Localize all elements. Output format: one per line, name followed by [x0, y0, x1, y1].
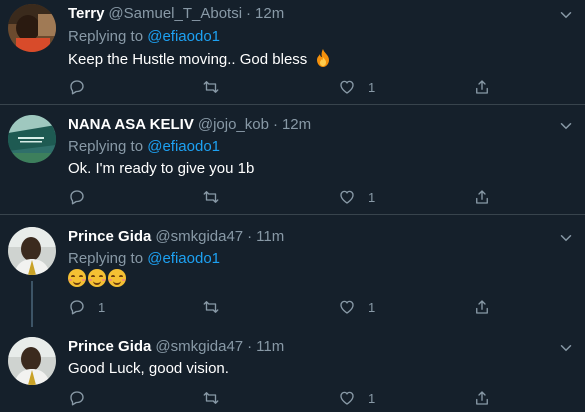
display-name[interactable]: Terry — [68, 5, 104, 22]
separator-dot: · — [247, 338, 253, 355]
chevron-down-icon[interactable] — [557, 339, 575, 357]
like-button[interactable]: 1 — [338, 297, 375, 317]
user-handle[interactable]: @smkgida47 — [155, 228, 243, 245]
tweet-text — [68, 269, 128, 288]
retweet-button[interactable] — [202, 187, 232, 207]
display-name[interactable]: Prince Gida — [68, 228, 151, 245]
like-icon — [340, 80, 354, 94]
like-count: 1 — [368, 390, 376, 406]
replying-prefix: Replying to — [68, 138, 148, 155]
chevron-down-icon[interactable] — [557, 117, 575, 135]
smiling-face-with-blush-emoji — [88, 269, 106, 287]
like-count: 1 — [368, 299, 376, 315]
mention-link[interactable]: @efiaodo1 — [147, 250, 220, 267]
replying-to: Replying to @efiaodo1 — [68, 250, 220, 267]
tweet-header: Terry @Samuel_T_Abotsi · 12m — [68, 5, 284, 22]
thread-line — [31, 281, 33, 327]
share-button[interactable] — [473, 388, 491, 408]
mention-link[interactable]: @efiaodo1 — [147, 28, 220, 45]
chevron-down-icon[interactable] — [557, 229, 575, 247]
reply-count: 1 — [98, 299, 106, 315]
tweet-actions: 1 1 — [68, 297, 508, 317]
timestamp[interactable]: 12m — [282, 116, 311, 133]
tweet-header: Prince Gida @smkgida47 · 11m — [68, 228, 284, 245]
avatar[interactable] — [8, 115, 56, 163]
tweet-3[interactable]: Prince Gida @smkgida47 · 11m Replying to @e… — [0, 215, 585, 327]
retweet-button[interactable] — [202, 297, 232, 317]
display-name[interactable]: Prince Gida — [68, 338, 151, 355]
timestamp[interactable]: 12m — [255, 5, 284, 22]
avatar[interactable] — [8, 337, 56, 385]
separator-dot: · — [247, 228, 253, 245]
like-button[interactable]: 1 — [338, 388, 375, 408]
tweet-header: NANA ASA KELIV @jojo_kob · 12m — [68, 116, 311, 133]
tweet-text: Ok. I'm ready to give you 1b — [68, 160, 254, 177]
tweet-actions: 1 — [68, 77, 508, 97]
tweet-text: Good Luck, good vision. — [68, 360, 229, 377]
reply-icon — [70, 80, 84, 95]
retweet-icon — [203, 81, 219, 93]
timestamp[interactable]: 11m — [256, 228, 284, 245]
retweet-icon — [203, 301, 219, 313]
separator-dot: · — [272, 116, 278, 133]
like-icon — [340, 190, 354, 204]
tweet-actions: 1 — [68, 187, 508, 207]
like-icon — [340, 391, 354, 405]
like-button[interactable]: 1 — [338, 77, 375, 97]
share-icon — [476, 190, 488, 204]
separator-dot: · — [246, 5, 252, 22]
tweet-text-content: Ok. I'm ready to give you 1b — [68, 160, 255, 177]
share-button[interactable] — [473, 297, 491, 317]
replying-prefix: Replying to — [68, 28, 148, 45]
retweet-icon — [203, 191, 219, 203]
smiling-face-with-blush-emoji — [108, 269, 126, 287]
replying-to: Replying to @efiaodo1 — [68, 138, 220, 155]
tweet-1[interactable]: Terry @Samuel_T_Abotsi · 12m Replying to @e… — [0, 0, 585, 104]
share-button[interactable] — [473, 187, 491, 207]
reply-button[interactable] — [68, 77, 98, 97]
tweet-actions: 1 — [68, 388, 508, 408]
retweet-button[interactable] — [202, 77, 232, 97]
reply-icon — [70, 190, 84, 205]
like-icon — [340, 300, 354, 314]
avatar[interactable] — [8, 4, 56, 52]
chevron-down-icon[interactable] — [557, 6, 575, 24]
reply-icon — [70, 391, 84, 406]
tweet-text-content: Good Luck, good vision. — [68, 360, 229, 377]
mention-link[interactable]: @efiaodo1 — [147, 138, 220, 155]
retweet-button[interactable] — [202, 388, 232, 408]
timestamp[interactable]: 11m — [256, 338, 284, 355]
tweet-header: Prince Gida @smkgida47 · 11m — [68, 338, 284, 355]
smiling-face-with-blush-emoji — [68, 269, 86, 287]
avatar[interactable] — [8, 227, 56, 275]
reply-icon — [70, 300, 84, 315]
fire-emoji — [317, 49, 330, 67]
tweet-4[interactable]: Prince Gida @smkgida47 · 11m Good Luck, goo… — [0, 327, 585, 412]
share-icon — [476, 300, 488, 314]
tweet-text: Keep the Hustle moving.. God bless — [68, 49, 331, 68]
reply-button[interactable] — [68, 187, 98, 207]
user-handle[interactable]: @smkgida47 — [155, 338, 243, 355]
share-icon — [476, 391, 488, 405]
like-count: 1 — [368, 189, 376, 205]
reply-button[interactable]: 1 — [68, 297, 105, 317]
reply-button[interactable] — [68, 388, 98, 408]
like-count: 1 — [368, 79, 376, 95]
user-handle[interactable]: @Samuel_T_Abotsi — [108, 5, 242, 22]
display-name[interactable]: NANA ASA KELIV — [68, 116, 194, 133]
replying-to: Replying to @efiaodo1 — [68, 28, 220, 45]
share-button[interactable] — [473, 77, 491, 97]
tweet-text-content: Keep the Hustle moving.. God bless — [68, 51, 308, 68]
user-handle[interactable]: @jojo_kob — [198, 116, 269, 133]
replying-prefix: Replying to — [68, 250, 148, 267]
tweet-2[interactable]: NANA ASA KELIV @jojo_kob · 12m Replying to … — [0, 105, 585, 214]
share-icon — [476, 80, 488, 94]
retweet-icon — [203, 392, 219, 404]
like-button[interactable]: 1 — [338, 187, 375, 207]
